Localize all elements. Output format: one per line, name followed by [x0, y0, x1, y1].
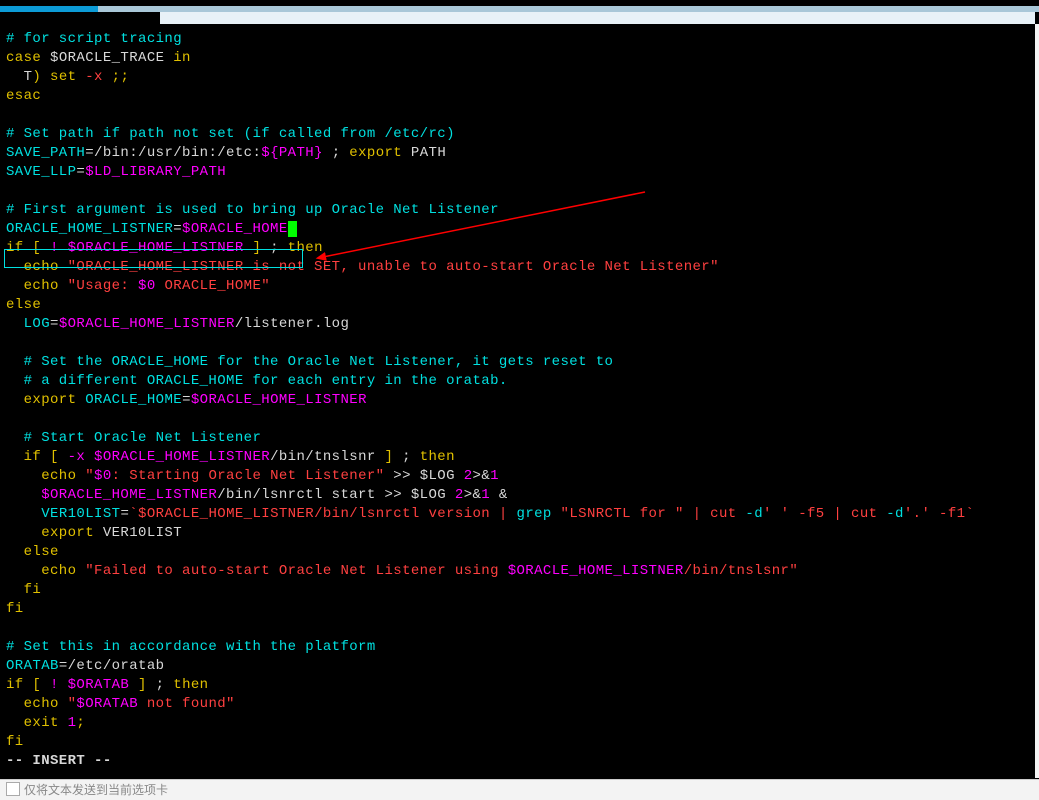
code-line: else	[6, 543, 1035, 562]
code-line: SAVE_LLP=$LD_LIBRARY_PATH	[6, 163, 1035, 182]
code-line	[6, 182, 1035, 201]
code-line: VER10LIST=`$ORACLE_HOME_LISTNER/bin/lsnr…	[6, 505, 1035, 524]
code-line-highlighted: ORACLE_HOME_LISTNER=$ORACLE_HOME	[6, 220, 1035, 239]
terminal-editor[interactable]: # for script tracing case $ORACLE_TRACE …	[0, 24, 1035, 780]
code-line: else	[6, 296, 1035, 315]
code-line: fi	[6, 581, 1035, 600]
status-bar: 仅将文本发送到当前选项卡	[0, 779, 1039, 800]
code-line	[6, 106, 1035, 125]
code-line: # Set this in accordance with the platfo…	[6, 638, 1035, 657]
code-line: # Set the ORACLE_HOME for the Oracle Net…	[6, 353, 1035, 372]
code-line: fi	[6, 600, 1035, 619]
code-line: export ORACLE_HOME=$ORACLE_HOME_LISTNER	[6, 391, 1035, 410]
send-to-current-tab-checkbox[interactable]	[6, 782, 20, 796]
code-line: fi	[6, 733, 1035, 752]
code-line: # for script tracing	[6, 30, 1035, 49]
code-line: echo "$ORATAB not found"	[6, 695, 1035, 714]
code-line: if [ ! $ORACLE_HOME_LISTNER ] ; then	[6, 239, 1035, 258]
code-line: # a different ORACLE_HOME for each entry…	[6, 372, 1035, 391]
code-line: # Start Oracle Net Listener	[6, 429, 1035, 448]
code-line	[6, 410, 1035, 429]
code-line: echo "$0: Starting Oracle Net Listener" …	[6, 467, 1035, 486]
code-line: # Set path if path not set (if called fr…	[6, 125, 1035, 144]
status-bar-label: 仅将文本发送到当前选项卡	[24, 783, 168, 797]
code-line: case $ORACLE_TRACE in	[6, 49, 1035, 68]
tab-bar-background	[160, 12, 1035, 24]
code-line: if [ -x $ORACLE_HOME_LISTNER/bin/tnslsnr…	[6, 448, 1035, 467]
code-line: exit 1;	[6, 714, 1035, 733]
code-line: ORATAB=/etc/oratab	[6, 657, 1035, 676]
code-line: LOG=$ORACLE_HOME_LISTNER/listener.log	[6, 315, 1035, 334]
cursor-block	[288, 221, 297, 237]
code-line: echo "Failed to auto-start Oracle Net Li…	[6, 562, 1035, 581]
code-line: if [ ! $ORATAB ] ; then	[6, 676, 1035, 695]
code-line: $ORACLE_HOME_LISTNER/bin/lsnrctl start >…	[6, 486, 1035, 505]
code-line: echo "Usage: $0 ORACLE_HOME"	[6, 277, 1035, 296]
vertical-scrollbar[interactable]	[1035, 24, 1039, 778]
code-line: # First argument is used to bring up Ora…	[6, 201, 1035, 220]
code-line: export VER10LIST	[6, 524, 1035, 543]
tab-active-indicator[interactable]	[0, 6, 98, 12]
vim-mode-line: -- INSERT --	[6, 752, 1035, 771]
code-line: esac	[6, 87, 1035, 106]
code-line	[6, 334, 1035, 353]
tab-bar	[0, 6, 1039, 24]
code-line: echo "ORACLE_HOME_LISTNER is not SET, un…	[6, 258, 1035, 277]
code-line: T) set -x ;;	[6, 68, 1035, 87]
code-line: SAVE_PATH=/bin:/usr/bin:/etc:${PATH} ; e…	[6, 144, 1035, 163]
code-line	[6, 619, 1035, 638]
